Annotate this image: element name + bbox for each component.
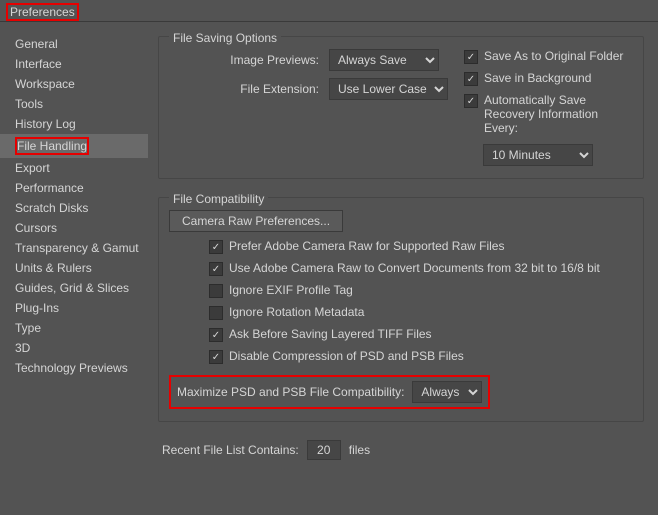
ignore-rotation-checkbox[interactable] (209, 306, 223, 320)
sidebar-item-label: Interface (15, 57, 62, 71)
maximize-compat-label: Maximize PSD and PSB File Compatibility: (177, 385, 404, 399)
file-saving-group: File Saving Options Image Previews: Alwa… (158, 36, 644, 179)
sidebar-item-label: Export (15, 161, 50, 175)
prefer-acr-checkbox[interactable] (209, 240, 223, 254)
sidebar-item-technology-previews[interactable]: Technology Previews (0, 358, 148, 378)
use-acr-convert-checkbox[interactable] (209, 262, 223, 276)
ignore-exif-label: Ignore EXIF Profile Tag (229, 283, 353, 297)
recent-files-input[interactable] (307, 440, 341, 460)
window-title: Preferences (6, 3, 79, 21)
sidebar-item-workspace[interactable]: Workspace (0, 74, 148, 94)
disable-compression-checkbox[interactable] (209, 350, 223, 364)
auto-recovery-checkbox[interactable] (464, 94, 478, 108)
disable-compression-label: Disable Compression of PSD and PSB Files (229, 349, 464, 363)
sidebar-item-units-rulers[interactable]: Units & Rulers (0, 258, 148, 278)
sidebar-item-performance[interactable]: Performance (0, 178, 148, 198)
sidebar-item-label: Cursors (15, 221, 57, 235)
save-background-label: Save in Background (484, 71, 591, 85)
sidebar: General Interface Workspace Tools Histor… (0, 22, 148, 515)
use-acr-convert-label: Use Adobe Camera Raw to Convert Document… (229, 261, 600, 275)
file-extension-label: File Extension: (169, 82, 319, 96)
sidebar-item-general[interactable]: General (0, 34, 148, 54)
sidebar-item-guides-grid-slices[interactable]: Guides, Grid & Slices (0, 278, 148, 298)
sidebar-item-label: Guides, Grid & Slices (15, 281, 129, 295)
sidebar-item-cursors[interactable]: Cursors (0, 218, 148, 238)
sidebar-item-label: 3D (15, 341, 30, 355)
file-compat-title: File Compatibility (169, 192, 268, 206)
sidebar-item-plugins[interactable]: Plug-Ins (0, 298, 148, 318)
sidebar-item-label: General (15, 37, 58, 51)
sidebar-item-export[interactable]: Export (0, 158, 148, 178)
sidebar-item-label: Technology Previews (15, 361, 128, 375)
file-saving-title: File Saving Options (169, 31, 281, 45)
title-bar: Preferences (0, 0, 658, 22)
ignore-exif-checkbox[interactable] (209, 284, 223, 298)
file-compat-group: File Compatibility Camera Raw Preference… (158, 197, 644, 422)
sidebar-item-interface[interactable]: Interface (0, 54, 148, 74)
ask-tiff-checkbox[interactable] (209, 328, 223, 342)
save-original-checkbox[interactable] (464, 50, 478, 64)
sidebar-item-label: File Handling (15, 137, 89, 155)
ignore-rotation-label: Ignore Rotation Metadata (229, 305, 364, 319)
image-previews-select[interactable]: Always Save (329, 49, 439, 71)
sidebar-item-scratch-disks[interactable]: Scratch Disks (0, 198, 148, 218)
recent-files-label: Recent File List Contains: (162, 443, 299, 457)
main-container: General Interface Workspace Tools Histor… (0, 22, 658, 515)
sidebar-item-label: Transparency & Gamut (15, 241, 139, 255)
sidebar-item-label: Performance (15, 181, 84, 195)
maximize-compat-select[interactable]: Always (412, 381, 482, 403)
sidebar-item-label: Workspace (15, 77, 75, 91)
save-original-label: Save As to Original Folder (484, 49, 623, 63)
auto-recovery-label: Automatically Save Recovery Information … (484, 93, 633, 135)
sidebar-item-label: Plug-Ins (15, 301, 59, 315)
main-panel: File Saving Options Image Previews: Alwa… (148, 22, 658, 515)
save-background-checkbox[interactable] (464, 72, 478, 86)
sidebar-item-label: History Log (15, 117, 76, 131)
prefer-acr-label: Prefer Adobe Camera Raw for Supported Ra… (229, 239, 504, 253)
sidebar-item-tools[interactable]: Tools (0, 94, 148, 114)
recent-files-row: Recent File List Contains: files (162, 440, 644, 460)
ask-tiff-label: Ask Before Saving Layered TIFF Files (229, 327, 432, 341)
recovery-interval-select[interactable]: 10 Minutes (483, 144, 593, 166)
camera-raw-button[interactable]: Camera Raw Preferences... (169, 210, 343, 232)
sidebar-item-label: Scratch Disks (15, 201, 88, 215)
sidebar-item-transparency-gamut[interactable]: Transparency & Gamut (0, 238, 148, 258)
sidebar-item-label: Type (15, 321, 41, 335)
recent-files-suffix: files (349, 443, 370, 457)
sidebar-item-type[interactable]: Type (0, 318, 148, 338)
sidebar-item-label: Units & Rulers (15, 261, 92, 275)
sidebar-item-3d[interactable]: 3D (0, 338, 148, 358)
sidebar-item-label: Tools (15, 97, 43, 111)
sidebar-item-history-log[interactable]: History Log (0, 114, 148, 134)
sidebar-item-file-handling[interactable]: File Handling (0, 134, 148, 158)
image-previews-label: Image Previews: (169, 53, 319, 67)
file-extension-select[interactable]: Use Lower Case (329, 78, 448, 100)
